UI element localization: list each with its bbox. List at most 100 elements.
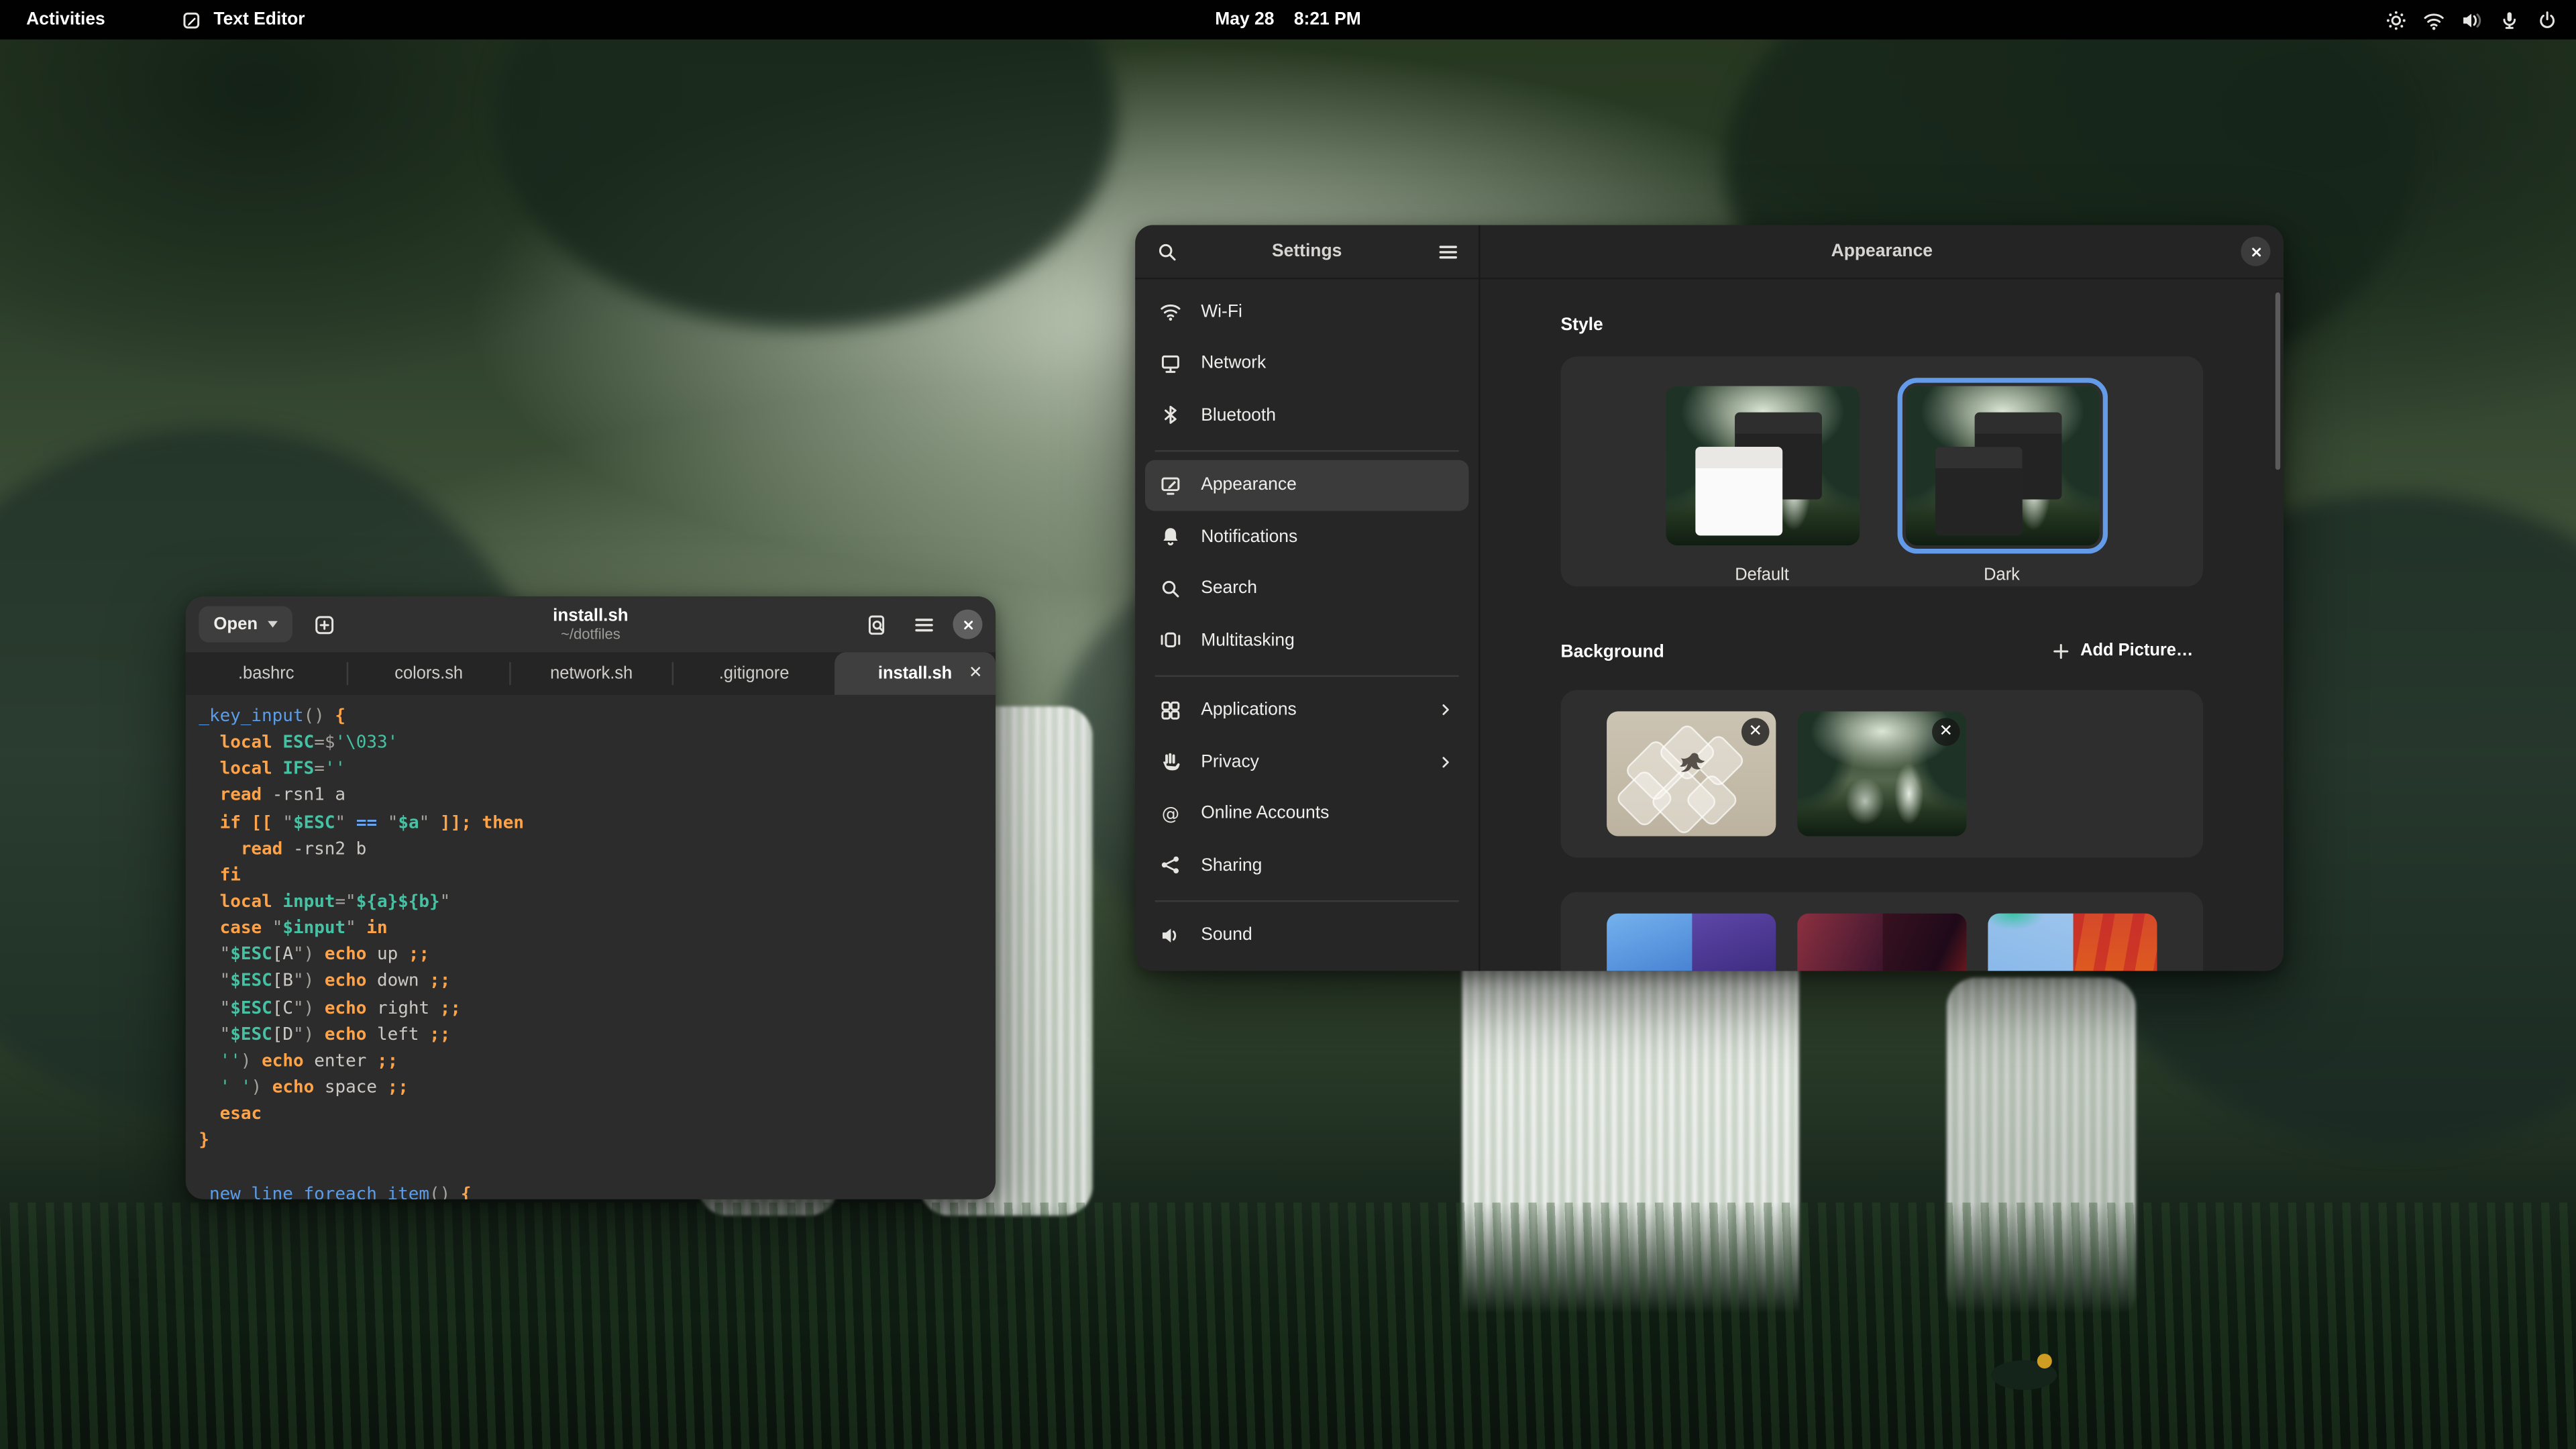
tab-network.sh[interactable]: network.sh [511, 652, 672, 695]
wallpaper-turtle [1991, 1360, 2057, 1390]
code-line: if [[ "$ESC" == "$a" ]]; then [199, 809, 996, 836]
applications-icon [1159, 698, 1183, 722]
style-preview-image [1905, 386, 2099, 546]
sidebar-item-applications[interactable]: Applications [1145, 684, 1468, 736]
sidebar-item-sharing[interactable]: Sharing [1145, 839, 1468, 891]
microphone-icon [2497, 7, 2522, 32]
bluetooth-icon [1159, 403, 1183, 428]
remove-background-button[interactable]: ✕ [1932, 718, 1960, 746]
sidebar-item-privacy[interactable]: Privacy [1145, 736, 1468, 788]
new-tab-button[interactable] [307, 606, 343, 643]
code-line [199, 1154, 996, 1181]
editor-title: install.sh ~/dotfiles [553, 606, 628, 643]
top-bar: Activities Text Editor May 28 8:21 PM [0, 0, 2576, 40]
close-icon [2247, 242, 2265, 260]
close-settings-button[interactable] [2241, 237, 2270, 266]
code-line: "$ESC[B") echo down ;; [199, 968, 996, 995]
appearance-icon [1159, 473, 1183, 498]
sidebar-item-multitasking[interactable]: Multitasking [1145, 614, 1468, 666]
sidebar-item-label: Notifications [1201, 527, 1297, 547]
add-picture-button[interactable]: Add Picture… [2041, 634, 2203, 668]
sound-icon [1159, 923, 1183, 948]
sidebar-item-online-accounts[interactable]: @Online Accounts [1145, 788, 1468, 839]
dragon-logo-icon [1661, 747, 1717, 790]
wallpaper-dark-variant [1882, 914, 1966, 971]
background-thumbnail-maroon-waves[interactable] [1797, 914, 1966, 971]
doc-search-icon [863, 612, 888, 637]
background-thumbnail-glass-dragon[interactable]: ✕ [1607, 711, 1776, 836]
tab-install.sh[interactable]: install.sh✕ [835, 652, 996, 695]
close-window-button[interactable] [953, 610, 982, 639]
tab-.gitignore[interactable]: .gitignore [674, 652, 835, 695]
open-button[interactable]: Open [199, 606, 292, 643]
wallpaper-light-variant [1988, 914, 2072, 971]
panel-title: Appearance [1831, 241, 1933, 261]
sidebar-headerbar: Settings [1135, 225, 1479, 280]
sidebar-item-search[interactable]: Search [1145, 563, 1468, 614]
custom-backgrounds-card: ✕✕ [1561, 690, 2204, 858]
clock-button[interactable]: May 28 8:21 PM [1205, 0, 1371, 40]
sidebar-item-label: Sound [1201, 925, 1252, 945]
editor-menu-button[interactable] [905, 606, 941, 643]
sidebar-item-wi-fi[interactable]: Wi-Fi [1145, 286, 1468, 337]
style-option-label: Default [1735, 567, 1789, 585]
appearance-panel: Appearance Style DefaultDark Background … [1481, 225, 2284, 971]
tab-.bashrc[interactable]: .bashrc [186, 652, 347, 695]
desktop: Activities Text Editor May 28 8:21 PM Op… [0, 0, 2576, 1449]
code-line: "$ESC[A") echo up ;; [199, 942, 996, 969]
tab-bar: .bashrccolors.shnetwork.sh .gitignore inst… [186, 652, 996, 695]
activities-button[interactable]: Activities [16, 0, 115, 40]
background-thumbnail-drips-blue-orange[interactable] [1988, 914, 2157, 971]
wallpaper-dark-variant [1691, 914, 1776, 971]
code-line: fi [199, 862, 996, 889]
sidebar-item-power[interactable]: Power [1145, 961, 1468, 971]
settings-sidebar: Settings Wi-Fi Network Bluetooth Appearance… [1135, 225, 1480, 971]
tab-label: .gitignore [719, 665, 790, 683]
code-line: local IFS='' [199, 756, 996, 783]
sidebar-separator [1155, 449, 1459, 451]
wallpaper-dark-variant [2072, 914, 2157, 971]
panel-headerbar: Appearance [1481, 225, 2284, 280]
code-area[interactable]: _key_input() { local ESC=$'\033' local I… [186, 695, 996, 1199]
sidebar-item-appearance[interactable]: Appearance [1145, 459, 1468, 511]
style-preview-dark[interactable] [1896, 378, 2106, 553]
wallpaper-light-variant [1607, 914, 1691, 971]
panel-scroll-area: Style DefaultDark Background Add Picture… [1481, 279, 2284, 971]
wallpaper-light-variant [1797, 914, 1882, 971]
wallpaper-trees [493, 0, 1118, 329]
scrollbar[interactable] [2275, 292, 2280, 470]
code-line: ' ') echo space ;; [199, 1075, 996, 1102]
system-tray[interactable] [2383, 7, 2559, 32]
settings-menu-button[interactable] [1430, 233, 1466, 270]
document-title: install.sh [553, 606, 628, 626]
settings-search-button[interactable] [1148, 233, 1185, 270]
settings-window: Settings Wi-Fi Network Bluetooth Appearance… [1135, 225, 2284, 971]
code-line: "$ESC[C") echo right ;; [199, 995, 996, 1022]
code-line: _key_input() { [199, 703, 996, 730]
sidebar-item-sound[interactable]: Sound [1145, 910, 1468, 961]
remove-background-button[interactable]: ✕ [1741, 718, 1770, 746]
sidebar-item-label: Multitasking [1201, 631, 1295, 650]
code-line: "$ESC[D") echo left ;; [199, 1022, 996, 1049]
preview-front-window [1936, 447, 2023, 536]
preview-front-window [1696, 447, 1783, 536]
sidebar-item-notifications[interactable]: Notifications [1145, 511, 1468, 563]
style-option-dark[interactable]: Dark [1896, 378, 2106, 586]
sidebar-item-label: Privacy [1201, 752, 1259, 771]
document-search-button[interactable] [857, 606, 894, 643]
background-thumbnail-hexagons-blue-purple[interactable] [1607, 914, 1776, 971]
sidebar-item-bluetooth[interactable]: Bluetooth [1145, 389, 1468, 441]
code-line: esac [199, 1101, 996, 1128]
sidebar-item-label: Bluetooth [1201, 405, 1276, 425]
style-preview-default[interactable] [1657, 378, 1867, 553]
sidebar-item-label: Wi-Fi [1201, 302, 1242, 321]
style-option-label: Dark [1984, 567, 2020, 585]
focused-app-menu[interactable]: Text Editor [171, 0, 315, 40]
close-tab-icon[interactable]: ✕ [969, 665, 983, 683]
style-option-default[interactable]: Default [1657, 378, 1867, 586]
background-thumbnail-forest-waterfall[interactable]: ✕ [1797, 711, 1966, 836]
sidebar-item-label: Applications [1201, 700, 1297, 720]
tab-colors.sh[interactable]: colors.sh [348, 652, 509, 695]
chevron-right-icon [1436, 700, 1455, 720]
sidebar-item-network[interactable]: Network [1145, 337, 1468, 389]
